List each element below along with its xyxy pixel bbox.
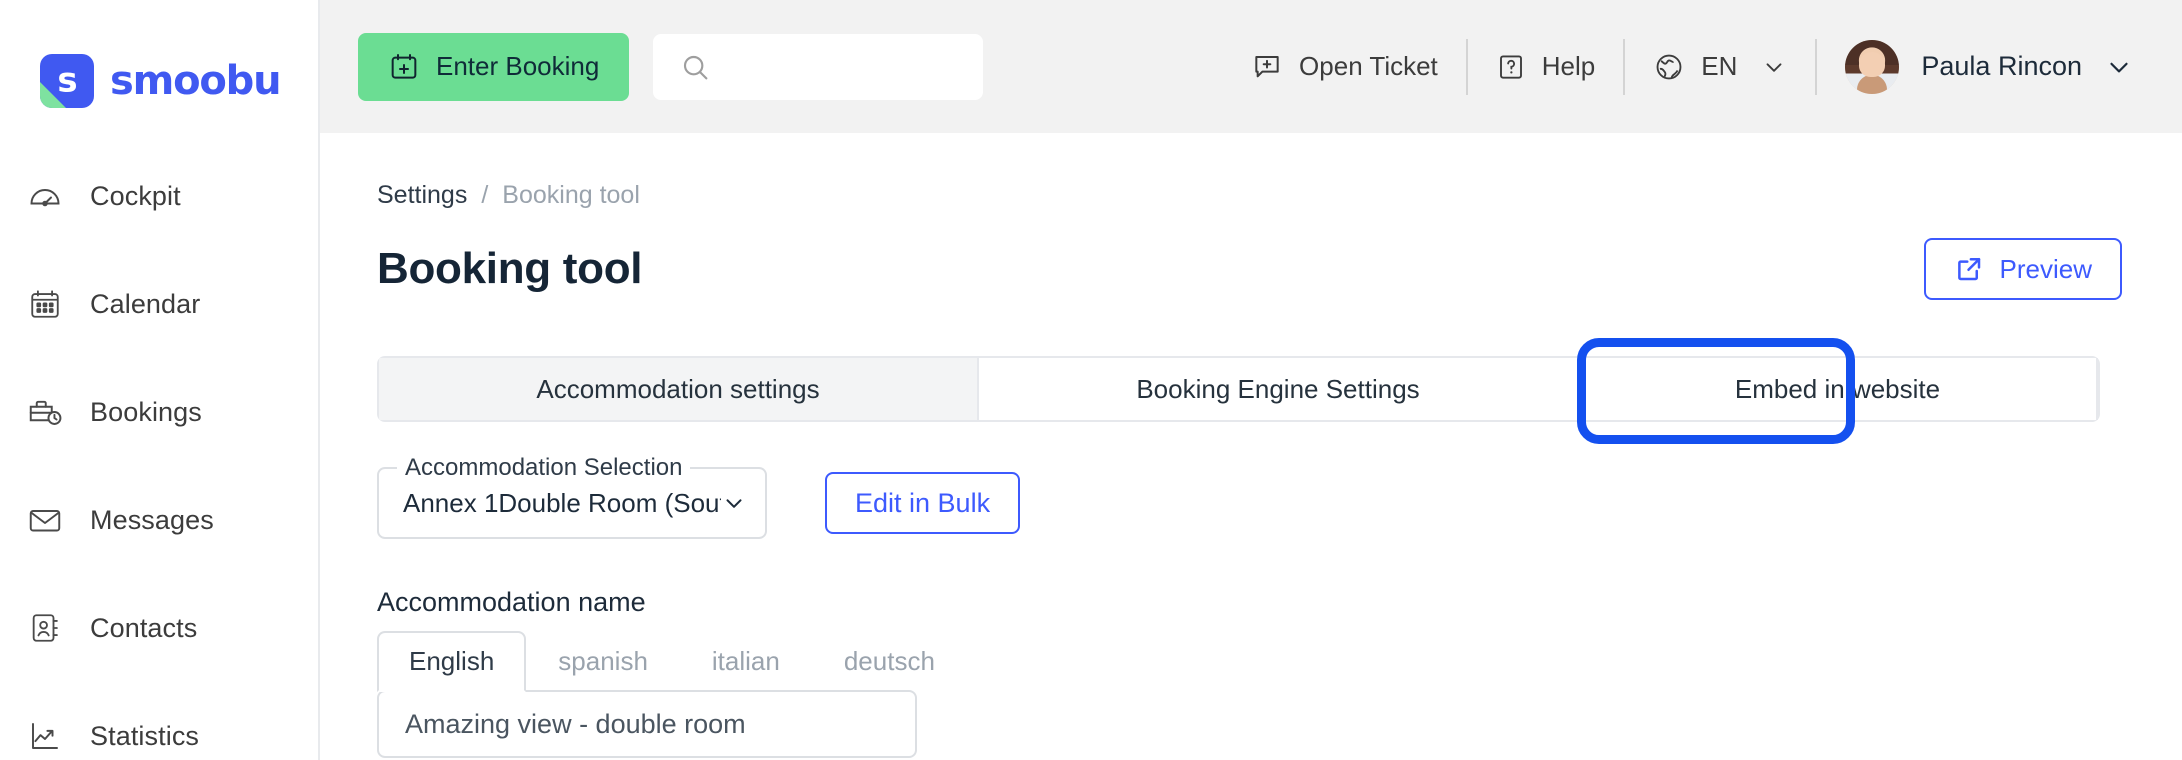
main-area: Enter Booking Open Ticket Help EN Paula … xyxy=(320,0,2182,760)
ticket-bubble-plus-icon xyxy=(1251,51,1283,83)
help-label: Help xyxy=(1541,51,1596,81)
sidebar: s smoobu Cockpit Calendar Bookings Messa… xyxy=(0,0,320,760)
sidebar-item-label: Contacts xyxy=(90,612,198,643)
enter-booking-label: Enter Booking xyxy=(436,51,600,81)
lang-tab-deutsch[interactable]: deutsch xyxy=(812,631,967,692)
tab-label: Accommodation settings xyxy=(536,373,820,404)
cockpit-icon xyxy=(26,177,64,215)
lang-tab-english[interactable]: English xyxy=(377,631,527,692)
lang-tab-spanish[interactable]: spanish xyxy=(526,631,680,692)
user-menu[interactable]: Paula Rincon xyxy=(1821,34,2158,100)
settings-tabbar: Accommodation settings Booking Engine Se… xyxy=(377,338,2100,444)
search-box[interactable] xyxy=(653,33,984,100)
breadcrumb-current: Booking tool xyxy=(502,181,640,209)
open-ticket-label: Open Ticket xyxy=(1299,51,1438,81)
search-input[interactable] xyxy=(725,52,946,81)
accommodation-selection-dropdown[interactable]: Accommodation Selection Annex 1Double Ro… xyxy=(377,454,767,539)
breadcrumb-settings-link[interactable]: Settings xyxy=(377,181,467,210)
tab-label: Booking Engine Settings xyxy=(1136,373,1420,404)
sidebar-item-label: Calendar xyxy=(90,288,201,319)
brand-logo[interactable]: s smoobu xyxy=(0,0,318,133)
sidebar-item-cockpit[interactable]: Cockpit xyxy=(0,165,318,227)
breadcrumb-separator: / xyxy=(481,181,489,209)
top-bar: Enter Booking Open Ticket Help EN Paula … xyxy=(320,0,2182,133)
avatar-face xyxy=(1859,52,1886,78)
topbar-divider xyxy=(1815,38,1818,95)
topbar-divider xyxy=(1623,38,1626,95)
statistics-icon xyxy=(26,717,64,755)
external-link-icon xyxy=(1954,254,1984,284)
smoobu-logo-icon: s xyxy=(40,53,94,108)
tab-embed-in-website[interactable]: Embed in website xyxy=(1579,358,2098,420)
enter-booking-button[interactable]: Enter Booking xyxy=(358,32,630,101)
language-tabs: English spanish italian deutsch xyxy=(377,631,2122,692)
globe-icon xyxy=(1653,51,1685,83)
contacts-icon xyxy=(26,609,64,647)
envelope-icon xyxy=(26,501,64,539)
chevron-down-icon xyxy=(1761,54,1787,80)
accommodation-selection-value: Annex 1Double Room (South ... xyxy=(403,487,721,518)
sidebar-item-statistics[interactable]: Statistics xyxy=(0,705,318,760)
preview-button[interactable]: Preview xyxy=(1923,238,2122,300)
chevron-down-icon xyxy=(721,490,747,516)
preview-label: Preview xyxy=(1999,253,2092,284)
user-name-label: Paula Rincon xyxy=(1921,51,2082,81)
tab-booking-engine-settings[interactable]: Booking Engine Settings xyxy=(979,358,1579,420)
sidebar-item-label: Messages xyxy=(90,504,214,535)
sidebar-item-calendar[interactable]: Calendar xyxy=(0,273,318,335)
sidebar-item-label: Bookings xyxy=(90,396,202,427)
sidebar-item-bookings[interactable]: Bookings xyxy=(0,381,318,443)
calendar-icon xyxy=(26,285,64,323)
language-label: EN xyxy=(1701,51,1738,81)
calendar-plus-icon xyxy=(388,51,420,83)
logo-letter: s xyxy=(57,59,77,100)
tab-accommodation-settings[interactable]: Accommodation settings xyxy=(379,358,979,420)
accommodation-selection-label: Accommodation Selection xyxy=(397,454,691,482)
sidebar-nav: Cockpit Calendar Bookings Messages Conta… xyxy=(0,133,318,760)
page-title: Booking tool xyxy=(377,244,643,293)
title-row: Booking tool Preview xyxy=(377,238,2122,300)
help-button[interactable]: Help xyxy=(1472,34,1619,100)
accommodation-selection-row: Accommodation Selection Annex 1Double Ro… xyxy=(377,454,2122,539)
tab-label: Embed in website xyxy=(1734,373,1941,404)
edit-in-bulk-button[interactable]: Edit in Bulk xyxy=(825,472,1021,534)
sidebar-item-label: Statistics xyxy=(90,720,200,751)
accommodation-name-input[interactable] xyxy=(377,690,917,758)
accommodation-name-label: Accommodation name xyxy=(377,587,646,617)
sidebar-item-label: Cockpit xyxy=(90,180,181,211)
content-area: Settings / Booking tool Booking tool Pre… xyxy=(320,133,2182,760)
app-root: s smoobu Cockpit Calendar Bookings Messa… xyxy=(0,0,2182,760)
brand-name: smoobu xyxy=(110,57,282,104)
question-square-icon xyxy=(1496,52,1526,82)
chevron-down-icon xyxy=(2104,52,2134,82)
language-switcher[interactable]: EN xyxy=(1629,34,1811,100)
topbar-divider xyxy=(1465,38,1468,95)
sidebar-item-messages[interactable]: Messages xyxy=(0,489,318,551)
sidebar-item-contacts[interactable]: Contacts xyxy=(0,597,318,659)
open-ticket-button[interactable]: Open Ticket xyxy=(1227,34,1462,100)
search-icon xyxy=(679,51,711,83)
bookings-icon xyxy=(26,393,64,431)
avatar xyxy=(1845,39,1900,94)
lang-tab-italian[interactable]: italian xyxy=(680,631,812,692)
breadcrumb: Settings / Booking tool xyxy=(377,133,2122,210)
